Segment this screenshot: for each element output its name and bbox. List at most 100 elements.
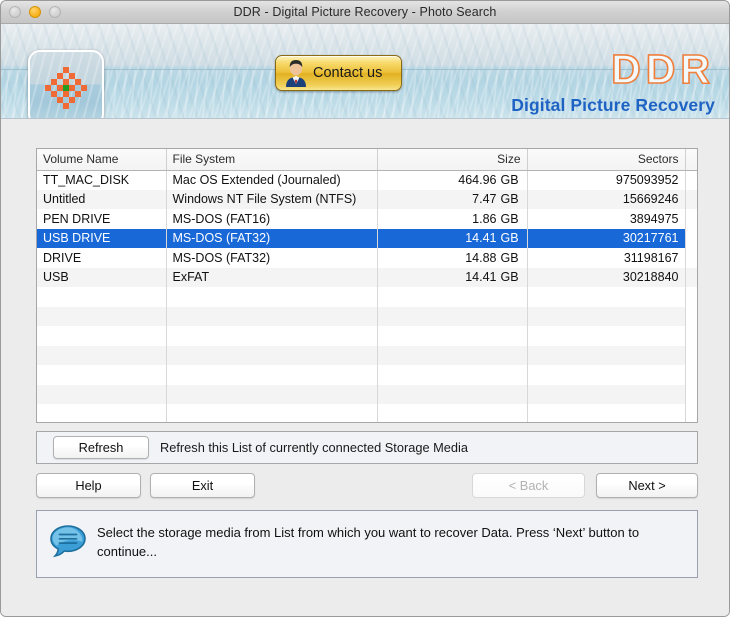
contact-us-button[interactable]: Contact us — [275, 55, 402, 91]
zoom-button[interactable] — [49, 6, 61, 18]
table-row-empty[interactable] — [37, 384, 697, 404]
table-row-empty[interactable] — [37, 306, 697, 326]
help-button[interactable]: Help — [36, 473, 141, 498]
table-row[interactable]: USB ExFAT 14.41 GB 30218840 — [37, 267, 697, 287]
table-row[interactable]: PEN DRIVE MS-DOS (FAT16) 1.86 GB 3894975 — [37, 209, 697, 229]
close-button[interactable] — [9, 6, 21, 18]
navigation-buttons: Help Exit < Back Next > — [36, 473, 698, 498]
speech-bubble-icon — [50, 525, 86, 558]
table-row[interactable]: USB DRIVE MS-DOS (FAT32) 14.41 GB 30217761 — [37, 228, 697, 248]
contact-us-label: Contact us — [313, 65, 383, 81]
cell-volume-name: DRIVE — [37, 248, 167, 268]
cell-empty — [377, 306, 528, 326]
cell-sectors: 975093952 — [527, 170, 686, 190]
refresh-button[interactable]: Refresh — [53, 436, 149, 459]
table-row[interactable]: DRIVE MS-DOS (FAT32) 14.88 GB 31198167 — [37, 248, 697, 268]
cell-size-value: 7.47 — [472, 192, 497, 207]
refresh-bar: Refresh Refresh this List of currently c… — [36, 431, 698, 464]
column-header-size[interactable]: Size — [377, 149, 528, 171]
cell-empty — [685, 345, 697, 365]
cell-empty — [527, 384, 686, 404]
column-header-file-system[interactable]: File System — [166, 149, 378, 171]
table-row-empty[interactable] — [37, 326, 697, 346]
exit-button-label: Exit — [191, 478, 214, 493]
cell-file-system: MS-DOS (FAT32) — [166, 248, 378, 268]
table-row-empty[interactable] — [37, 404, 697, 422]
exit-button[interactable]: Exit — [150, 473, 255, 498]
cell-empty — [37, 365, 167, 385]
cell-empty — [166, 345, 378, 365]
cell-empty — [37, 306, 167, 326]
column-header-volume-name[interactable]: Volume Name — [37, 149, 167, 171]
cell-size-unit: GB — [500, 192, 519, 207]
cell-size: 1.86 GB — [377, 209, 528, 229]
cell-empty — [527, 306, 686, 326]
table-row-empty[interactable] — [37, 365, 697, 385]
cell-sectors: 31198167 — [527, 248, 686, 268]
refresh-button-label: Refresh — [78, 440, 124, 455]
cell-empty — [377, 287, 528, 307]
refresh-hint-text: Refresh this List of currently connected… — [160, 440, 468, 455]
cell-size-unit: GB — [500, 173, 519, 187]
cell-volume-name: TT_MAC_DISK — [37, 170, 167, 190]
cell-empty — [527, 404, 686, 422]
cell-gutter — [685, 209, 697, 229]
cell-empty — [527, 287, 686, 307]
back-button: < Back — [472, 473, 585, 498]
cell-gutter — [685, 228, 697, 248]
checkered-flower-icon — [45, 67, 87, 109]
cell-empty — [37, 287, 167, 307]
cell-empty — [527, 345, 686, 365]
table-row-empty[interactable] — [37, 345, 697, 365]
next-button[interactable]: Next > — [596, 473, 698, 498]
cell-empty — [685, 306, 697, 326]
cell-size-unit: GB — [500, 231, 519, 246]
next-button-label: Next > — [628, 478, 666, 493]
cell-size: 464.96 GB — [377, 170, 528, 190]
app-logo-tile — [28, 50, 104, 118]
cell-file-system: MS-DOS (FAT16) — [166, 209, 378, 229]
cell-empty — [685, 365, 697, 385]
table-row[interactable]: TT_MAC_DISK Mac OS Extended (Journaled) 46… — [37, 170, 697, 190]
cell-empty — [166, 306, 378, 326]
cell-size-unit: GB — [500, 250, 519, 265]
table-row[interactable]: Untitled Windows NT File System (NTFS) 7.4… — [37, 189, 697, 209]
cell-size-value: 1.86 — [472, 211, 497, 226]
person-avatar-icon — [286, 60, 306, 87]
minimize-button[interactable] — [29, 6, 41, 18]
cell-file-system: MS-DOS (FAT32) — [166, 228, 378, 248]
cell-empty — [37, 326, 167, 346]
cell-file-system: Mac OS Extended (Journaled) — [166, 170, 378, 190]
cell-size-value: 14.41 — [465, 270, 497, 285]
column-header-gutter — [685, 149, 697, 171]
storage-media-table[interactable]: Volume Name File System Size Sectors TT_… — [37, 149, 697, 422]
column-header-sectors[interactable]: Sectors — [527, 149, 686, 171]
table-row-empty[interactable] — [37, 287, 697, 307]
cell-file-system: ExFAT — [166, 267, 378, 287]
cell-empty — [685, 326, 697, 346]
cell-size-value: 464.96 — [458, 173, 497, 187]
cell-empty — [377, 345, 528, 365]
status-message: Select the storage media from List from … — [97, 525, 640, 559]
cell-sectors: 30218840 — [527, 267, 686, 287]
cell-gutter — [685, 170, 697, 190]
window-title: DDR - Digital Picture Recovery - Photo S… — [233, 5, 497, 19]
cell-empty — [685, 384, 697, 404]
cell-empty — [37, 404, 167, 422]
storage-media-table-panel: Volume Name File System Size Sectors TT_… — [36, 148, 698, 423]
cell-file-system: Windows NT File System (NTFS) — [166, 189, 378, 209]
cell-volume-name: USB DRIVE — [37, 228, 167, 248]
cell-volume-name: USB — [37, 267, 167, 287]
cell-size: 14.88 GB — [377, 248, 528, 268]
cell-size-value: 14.88 — [465, 250, 497, 265]
brand-title: DDR — [610, 45, 715, 93]
cell-volume-name: PEN DRIVE — [37, 209, 167, 229]
cell-empty — [527, 326, 686, 346]
cell-empty — [37, 384, 167, 404]
back-button-label: < Back — [508, 478, 549, 493]
cell-empty — [377, 365, 528, 385]
cell-sectors: 15669246 — [527, 189, 686, 209]
title-bar: DDR - Digital Picture Recovery - Photo S… — [1, 1, 729, 24]
cell-empty — [377, 326, 528, 346]
main-content: Volume Name File System Size Sectors TT_… — [1, 119, 729, 616]
